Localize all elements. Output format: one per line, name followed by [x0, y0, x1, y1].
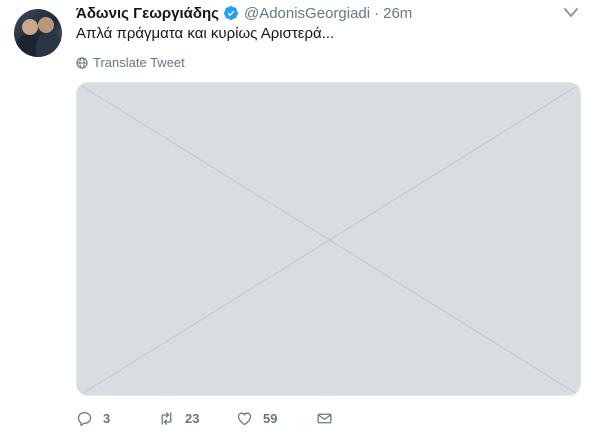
tweet-actions: 3 23 59 [76, 410, 581, 430]
direct-message-button[interactable] [316, 410, 343, 427]
reply-icon [77, 411, 92, 427]
avatar-face [22, 19, 38, 35]
tweet-media-image[interactable] [76, 82, 581, 396]
translate-tweet-link[interactable]: Translate Tweet [76, 55, 185, 70]
author-handle[interactable]: @AdonisGeorgiadi [244, 5, 370, 22]
like-count: 59 [263, 411, 278, 426]
chevron-down-icon[interactable] [563, 6, 579, 20]
avatar-figure [36, 33, 62, 57]
separator-dot: · [374, 4, 380, 22]
globe-icon [76, 56, 88, 69]
tweet-timestamp[interactable]: 26m [383, 5, 412, 22]
tweet-header: Άδωνις Γεωργιάδης @AdonisGeorgiadi · 26m [76, 3, 412, 23]
avatar[interactable] [14, 9, 62, 57]
avatar-face [38, 17, 54, 33]
author-name[interactable]: Άδωνις Γεωργιάδης [76, 5, 219, 22]
retweet-button[interactable]: 23 [158, 410, 199, 427]
envelope-icon [317, 413, 332, 424]
tweet[interactable]: Άδωνις Γεωργιάδης @AdonisGeorgiadi · 26m… [0, 0, 597, 444]
heart-icon [237, 412, 252, 426]
retweet-icon [161, 412, 172, 425]
translate-tweet-label: Translate Tweet [93, 55, 185, 70]
image-placeholder [77, 83, 580, 395]
reply-button[interactable]: 3 [76, 410, 110, 427]
like-button[interactable]: 59 [236, 410, 277, 427]
retweet-count: 23 [185, 411, 200, 426]
reply-count: 3 [103, 411, 111, 426]
verified-badge-icon [223, 6, 238, 20]
tweet-text: Απλά πράγματα και κυρίως Αριστερά... [76, 25, 335, 42]
